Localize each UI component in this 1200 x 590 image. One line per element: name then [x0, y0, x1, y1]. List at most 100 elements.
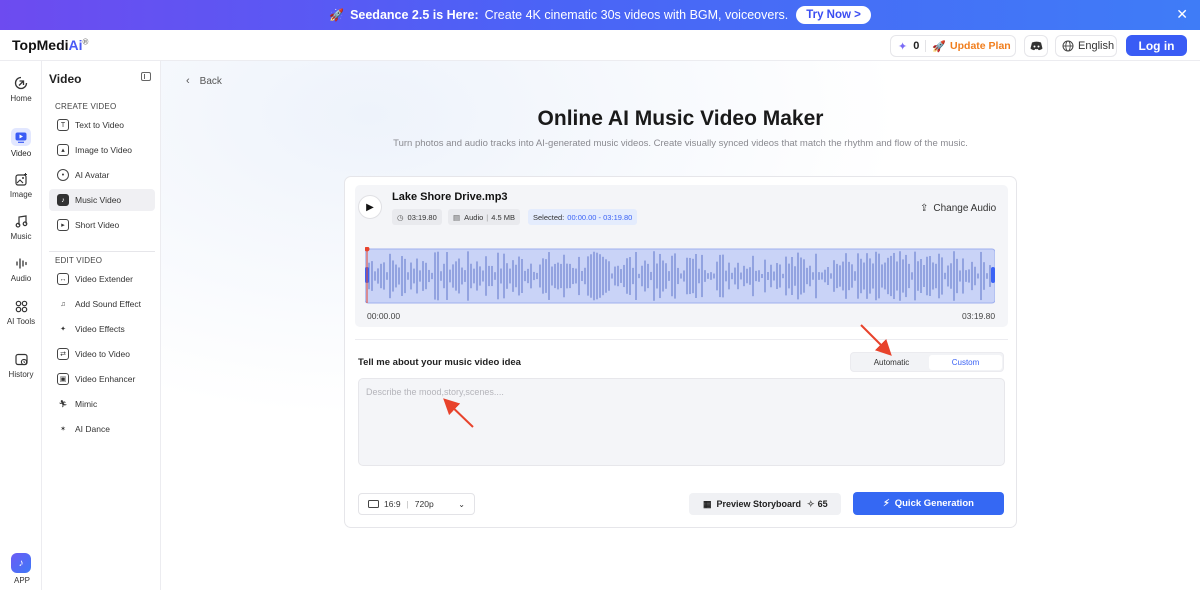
- clock-icon: ◷: [397, 212, 404, 222]
- chevron-down-icon: ⌄: [458, 499, 465, 509]
- change-audio-label: Change Audio: [933, 203, 997, 214]
- app-icon[interactable]: ♪: [11, 553, 31, 573]
- close-icon[interactable]: ✕: [1176, 6, 1188, 23]
- logo-text: TopMedi: [12, 37, 69, 53]
- play-button[interactable]: ▶: [358, 195, 382, 219]
- app-label: APP: [14, 576, 31, 585]
- idea-prompt-input[interactable]: [358, 378, 1005, 466]
- rail-label: AI Tools: [6, 317, 36, 326]
- audio-icon: [13, 255, 29, 271]
- discord-icon: [1030, 41, 1042, 51]
- file-size: 4.5 MB: [491, 212, 515, 222]
- rail-item-ai-tools[interactable]: AI Tools: [3, 292, 39, 332]
- rocket-icon: 🚀: [329, 8, 345, 22]
- sidebar-item-label: Text to Video: [75, 120, 124, 130]
- back-label: Back: [199, 75, 222, 87]
- logo-ai: Ai: [68, 37, 83, 53]
- mode-custom-button[interactable]: Custom: [929, 355, 1002, 370]
- rail-item-music[interactable]: Music: [3, 207, 39, 247]
- sidebar-item-video-extender[interactable]: ↔ Video Extender: [49, 268, 155, 290]
- sidebar-item-label: AI Avatar: [75, 170, 110, 180]
- sidebar-item-video-to-video[interactable]: ⇄ Video to Video: [49, 343, 155, 365]
- chevron-left-icon: ‹: [186, 75, 190, 87]
- sidebar-item-label: Video Effects: [75, 324, 125, 334]
- rail-item-video[interactable]: Video: [3, 123, 39, 163]
- sidebar-item-ai-avatar[interactable]: • AI Avatar: [49, 164, 155, 186]
- change-audio-button[interactable]: ⇪ Change Audio: [920, 203, 996, 214]
- ai-tools-icon: [13, 298, 29, 314]
- file-type: Audio: [464, 212, 484, 222]
- divider: [925, 40, 927, 52]
- logo[interactable]: TopMediAi®: [12, 37, 88, 53]
- login-button[interactable]: Log in: [1126, 35, 1187, 56]
- duration-value: 03:19.80: [407, 212, 437, 222]
- discord-button[interactable]: [1024, 35, 1048, 57]
- sound-effect-icon: ♫: [60, 300, 66, 308]
- aspect-resolution-select[interactable]: 16:9 | 720p ⌄: [358, 493, 475, 515]
- rail-item-audio[interactable]: Audio: [3, 249, 39, 289]
- sidebar-item-video-enhancer[interactable]: ▣ Video Enhancer: [49, 368, 155, 390]
- rail-label: Video: [10, 149, 32, 158]
- video-sidebar: Video CREATE VIDEO T Text to Video ▴ Ima…: [42, 61, 161, 590]
- magic-wand-icon: ✦: [60, 326, 66, 333]
- sidebar-item-add-sound-effect[interactable]: ♫ Add Sound Effect: [49, 293, 155, 315]
- sidebar-title: Video: [49, 72, 82, 86]
- audio-file-name: Lake Shore Drive.mp3: [392, 191, 508, 203]
- music-video-card: ▶ Lake Shore Drive.mp3 ◷ 03:19.80 ▤ Audi…: [344, 176, 1017, 528]
- sidebar-item-mimic[interactable]: 🏃︎ Mimic: [49, 393, 155, 415]
- text-video-icon: T: [57, 119, 69, 131]
- upload-icon: ⇪: [920, 203, 929, 214]
- sidebar-item-music-video[interactable]: ♪ Music Video: [49, 189, 155, 211]
- preview-cost: 65: [817, 499, 828, 509]
- sidebar-collapse-icon[interactable]: [141, 72, 151, 81]
- sidebar-item-text-to-video[interactable]: T Text to Video: [49, 114, 155, 136]
- main-content: ‹ Back Online AI Music Video Maker Turn …: [161, 61, 1200, 590]
- rail-label: History: [8, 370, 34, 379]
- section-heading-create: CREATE VIDEO: [55, 102, 117, 111]
- rail-label: Music: [10, 232, 32, 241]
- aspect-ratio-icon: [368, 500, 379, 508]
- enhancer-icon: ▣: [57, 373, 69, 385]
- sidebar-item-label: Video to Video: [75, 349, 130, 359]
- sidebar-item-label: Image to Video: [75, 145, 133, 155]
- logo-reg: ®: [82, 37, 89, 47]
- top-header: TopMediAi® ✦ 0 🚀 Update Plan English Log…: [0, 30, 1200, 61]
- home-icon: [13, 75, 29, 91]
- time-end: 03:19.80: [962, 311, 996, 321]
- sparkle-icon: ✦: [898, 40, 908, 53]
- sidebar-item-label: Video Enhancer: [75, 374, 136, 384]
- music-video-icon: ♪: [57, 194, 69, 206]
- rail-item-image[interactable]: Image: [3, 165, 39, 205]
- sidebar-item-image-to-video[interactable]: ▴ Image to Video: [49, 139, 155, 161]
- idea-label: Tell me about your music video idea: [358, 357, 521, 368]
- dance-icon: ✶: [60, 426, 66, 433]
- sidebar-item-label: AI Dance: [75, 424, 110, 434]
- sidebar-item-label: Video Extender: [75, 274, 133, 284]
- mode-automatic-button[interactable]: Automatic: [854, 355, 929, 370]
- separator: |: [406, 499, 409, 509]
- aspect-ratio-value: 16:9: [384, 499, 401, 509]
- sidebar-item-ai-dance[interactable]: ✶ AI Dance: [49, 418, 155, 440]
- update-plan-link[interactable]: Update Plan: [950, 40, 1011, 52]
- waveform-graphic[interactable]: [365, 247, 995, 307]
- video-to-video-icon: ⇄: [57, 348, 69, 360]
- sidebar-item-label: Add Sound Effect: [75, 299, 142, 309]
- preview-storyboard-button[interactable]: ▦ Preview Storyboard ✧ 65: [689, 493, 841, 515]
- quick-generation-button[interactable]: ⚡︎ Quick Generation: [853, 492, 1004, 515]
- rail-label: Image: [9, 190, 33, 199]
- divider: [49, 251, 155, 252]
- waveform[interactable]: [365, 247, 995, 307]
- section-heading-edit: EDIT VIDEO: [55, 256, 103, 265]
- sidebar-item-short-video[interactable]: ▸ Short Video: [49, 214, 155, 236]
- rail-item-home[interactable]: Home: [3, 69, 39, 109]
- back-link[interactable]: ‹ Back: [186, 75, 222, 87]
- avatar-icon: •: [57, 169, 69, 181]
- credits-box[interactable]: ✦ 0 🚀 Update Plan: [890, 35, 1016, 57]
- extender-icon: ↔: [57, 273, 69, 285]
- sidebar-item-video-effects[interactable]: ✦ Video Effects: [49, 318, 155, 340]
- rocket-icon: 🚀: [932, 40, 947, 53]
- try-now-button[interactable]: Try Now >: [796, 6, 871, 24]
- language-selector[interactable]: English: [1055, 35, 1117, 57]
- sparkle-icon: ✧: [807, 498, 815, 509]
- rail-item-history[interactable]: History: [3, 345, 39, 385]
